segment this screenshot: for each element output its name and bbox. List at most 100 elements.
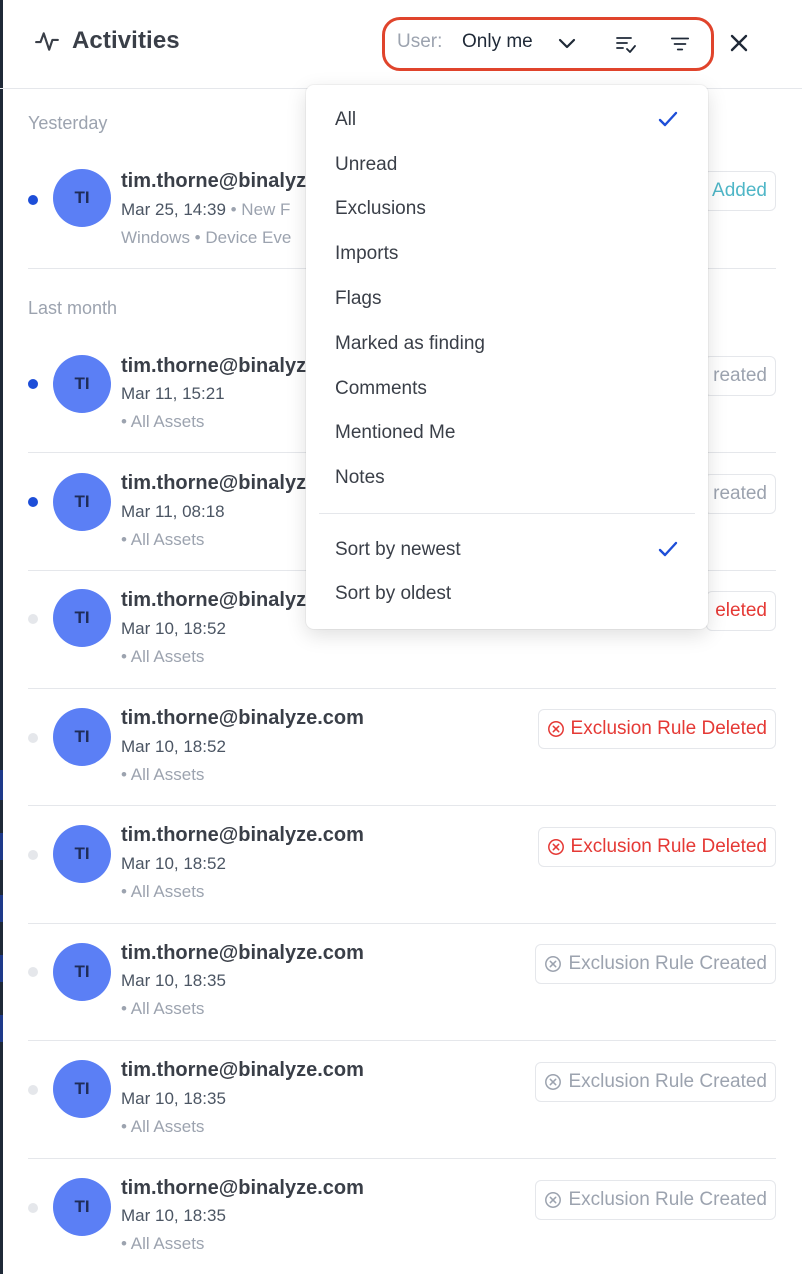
menu-item-all[interactable]: All (335, 109, 356, 131)
status-badge: reated (704, 356, 776, 396)
menu-item-unread[interactable]: Unread (335, 154, 397, 176)
activity-user: tim.thorne@binalyze.com (121, 1177, 364, 1199)
activity-meta: • All Assets (121, 1117, 205, 1136)
activity-user: tim.thorne@binalyze.com (121, 707, 364, 729)
status-badge-label: Exclusion Rule Deleted (570, 718, 767, 739)
menu-divider (319, 513, 695, 514)
activity-time: Mar 11, 15:21 (121, 384, 225, 403)
activity-user: tim.thorne@binalyze.com (121, 824, 364, 846)
user-filter-label: User: (397, 31, 443, 52)
activities-header: Activities User: Only me (0, 0, 802, 89)
unread-dot (28, 195, 38, 205)
avatar: TI (53, 943, 111, 1001)
x-circle-icon (545, 1074, 562, 1090)
activity-meta: • All Assets (121, 1234, 205, 1253)
section-label-yesterday: Yesterday (28, 113, 108, 133)
section-label-last-month: Last month (28, 298, 118, 318)
menu-item-comments[interactable]: Comments (335, 378, 427, 400)
activity-meta: • All Assets (121, 999, 205, 1018)
activity-meta: • All Assets (121, 882, 205, 901)
read-dot (28, 1203, 38, 1213)
menu-item-exclusions[interactable]: Exclusions (335, 198, 426, 220)
read-dot (28, 733, 38, 743)
activity-row[interactable]: TI tim.thorne@binalyze.com Mar 10, 18:52… (28, 806, 776, 924)
status-badge: reated (704, 474, 776, 514)
unread-dot (28, 497, 38, 507)
filter-icon[interactable] (669, 33, 691, 55)
activity-time-line: Mar 25, 14:39 • New F (121, 200, 290, 220)
activity-toolbar: User: Only me (382, 17, 714, 71)
x-circle-icon (547, 721, 564, 737)
menu-item-imports[interactable]: Imports (335, 243, 398, 265)
background-marker (0, 770, 3, 800)
activity-extra: • New F (225, 200, 291, 219)
read-dot (28, 967, 38, 977)
activity-time: Mar 10, 18:35 (121, 971, 226, 990)
filter-dropdown-menu: All Unread Exclusions Imports Flags Mark… (306, 85, 708, 629)
activity-meta: • All Assets (121, 530, 205, 549)
status-badge-label: eleted (715, 600, 767, 621)
activity-time: Mar 11, 08:18 (121, 502, 225, 521)
background-marker (0, 1015, 3, 1042)
background-marker (0, 895, 3, 922)
activity-user: tim.thorne@binalyze.com (121, 1059, 364, 1081)
status-badge: Exclusion Rule Created (535, 1062, 776, 1102)
avatar: TI (53, 1060, 111, 1118)
avatar: TI (53, 169, 111, 227)
avatar: TI (53, 1178, 111, 1236)
close-icon[interactable] (728, 32, 750, 54)
activity-meta: • All Assets (121, 765, 205, 784)
x-circle-icon (547, 839, 564, 855)
read-dot (28, 614, 38, 624)
status-badge: Exclusion Rule Deleted (537, 827, 776, 867)
read-dot (28, 850, 38, 860)
activity-time: Mar 25, 14:39 (121, 200, 226, 219)
avatar: TI (53, 589, 111, 647)
menu-item-marked-as-finding[interactable]: Marked as finding (335, 333, 485, 355)
activity-time: Mar 10, 18:52 (121, 737, 226, 756)
user-filter-dropdown[interactable]: Only me (462, 31, 533, 53)
status-badge-label: Exclusion Rule Created (568, 1071, 767, 1092)
activity-time: Mar 10, 18:52 (121, 619, 226, 638)
activity-meta: Windows • Device Eve (121, 228, 292, 247)
status-badge-label: Added (712, 180, 767, 201)
avatar: TI (53, 825, 111, 883)
avatar: TI (53, 708, 111, 766)
menu-item-mentioned-me[interactable]: Mentioned Me (335, 422, 455, 444)
status-badge: eleted (706, 591, 776, 631)
menu-item-notes[interactable]: Notes (335, 467, 385, 489)
x-circle-icon (545, 1192, 562, 1208)
activity-row[interactable]: TI tim.thorne@binalyze.com Mar 10, 18:35… (28, 924, 776, 1041)
background-marker (0, 833, 3, 860)
activity-meta: • All Assets (121, 647, 205, 666)
activity-time: Mar 10, 18:35 (121, 1206, 226, 1225)
activity-time: Mar 10, 18:52 (121, 854, 226, 873)
window-edge (0, 0, 3, 1274)
status-badge: Added (703, 171, 776, 211)
x-circle-icon (545, 956, 562, 972)
activity-user: tim.thorne@binalyze.com (121, 942, 364, 964)
checkmark-icon (658, 541, 678, 557)
activity-row[interactable]: TI tim.thorne@binalyze.com Mar 10, 18:52… (28, 689, 776, 806)
title-group: Activities (34, 27, 180, 55)
menu-item-sort-oldest[interactable]: Sort by oldest (335, 583, 451, 605)
unread-dot (28, 379, 38, 389)
activity-row[interactable]: TI tim.thorne@binalyze.com Mar 10, 18:35… (28, 1041, 776, 1159)
activity-pulse-icon (35, 32, 59, 51)
status-badge-label: Exclusion Rule Deleted (570, 836, 767, 857)
menu-item-sort-newest[interactable]: Sort by newest (335, 539, 461, 561)
menu-item-flags[interactable]: Flags (335, 288, 381, 310)
avatar: TI (53, 355, 111, 413)
status-badge: Exclusion Rule Created (535, 944, 776, 984)
chevron-down-icon[interactable] (557, 33, 577, 53)
status-badge-label: Exclusion Rule Created (568, 953, 767, 974)
checkmark-icon (658, 111, 678, 127)
background-marker (0, 955, 3, 982)
sort-check-icon[interactable] (614, 32, 638, 56)
status-badge-label: Exclusion Rule Created (568, 1189, 767, 1210)
activity-row[interactable]: TI tim.thorne@binalyze.com Mar 10, 18:35… (28, 1159, 776, 1274)
avatar: TI (53, 473, 111, 531)
status-badge: Exclusion Rule Created (535, 1180, 776, 1220)
activity-time: Mar 10, 18:35 (121, 1089, 226, 1108)
status-badge-label: reated (713, 483, 767, 504)
